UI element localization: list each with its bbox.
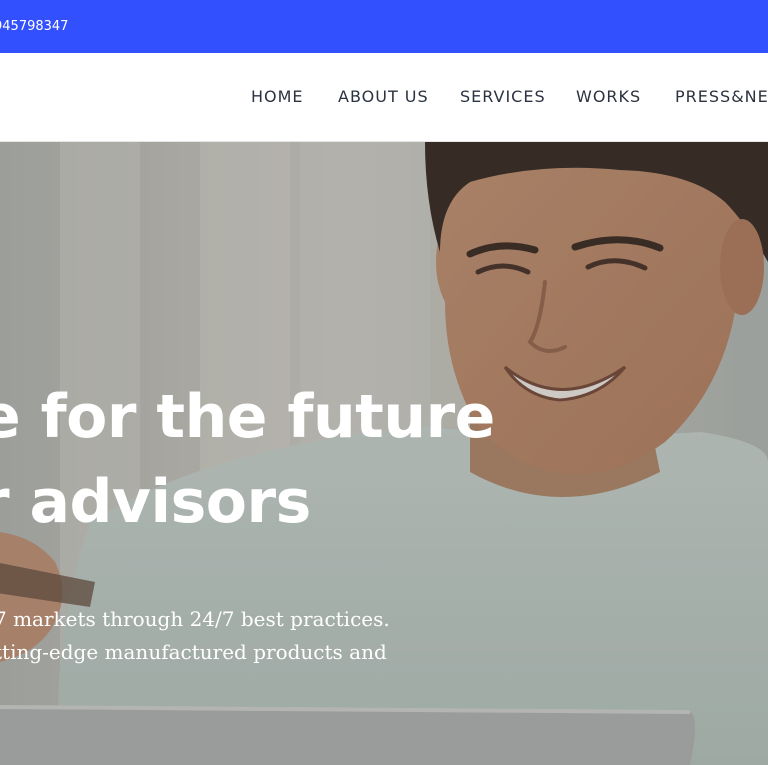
- hero-dark-overlay: [0, 142, 768, 765]
- hero-headline-line-2: r advisors: [0, 467, 311, 537]
- hero-subtext-line-2: tting-edge manufactured products and: [0, 640, 387, 664]
- nav-item-about-us[interactable]: ABOUT US: [338, 87, 429, 106]
- hero-section: e for the future r advisors 7 markets th…: [0, 142, 768, 765]
- phone-number[interactable]: 945798347: [0, 0, 68, 53]
- nav-item-home[interactable]: HOME: [251, 87, 304, 106]
- nav-item-works[interactable]: WORKS: [576, 87, 641, 106]
- hero-headline-line-1: e for the future: [0, 382, 495, 452]
- main-navigation: HOME ABOUT US SERVICES WORKS PRESS&NE: [0, 53, 768, 142]
- top-bar: 945798347: [0, 0, 768, 53]
- nav-item-services[interactable]: SERVICES: [460, 87, 546, 106]
- hero-subtext-line-1: 7 markets through 24/7 best practices.: [0, 607, 390, 631]
- nav-item-press-news[interactable]: PRESS&NE: [675, 87, 768, 106]
